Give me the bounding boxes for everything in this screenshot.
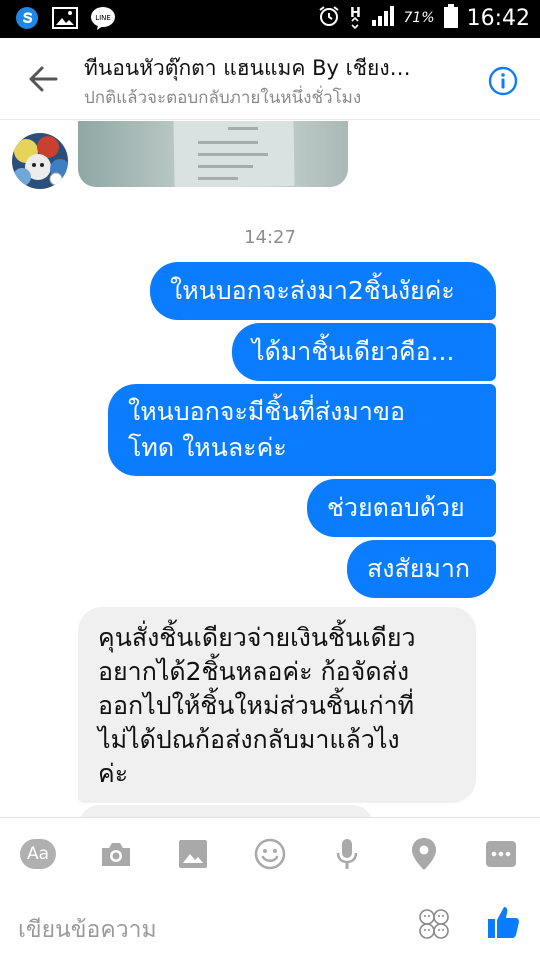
info-icon[interactable]: [488, 66, 518, 96]
response-time-subtitle: ปกติแล้วจะตอบกลับภายในหนึ่งชั่วโมง: [84, 88, 362, 108]
outgoing-message[interactable]: สงสัยมาก: [347, 540, 496, 598]
outgoing-message[interactable]: ช่วยตอบด้วย: [307, 479, 496, 537]
message-timestamp: 14:27: [244, 227, 296, 248]
camera-icon[interactable]: [98, 836, 134, 872]
conversation-title[interactable]: ทีนอนหัวตุ๊กตา แฮนแมค By เชียง…: [84, 52, 464, 85]
status-bar: LINE H 71% 16:42: [0, 0, 540, 38]
image-attachment[interactable]: [78, 121, 348, 187]
thumbs-up-icon[interactable]: [486, 904, 522, 940]
microphone-icon[interactable]: [329, 836, 365, 872]
outgoing-message[interactable]: ใหนบอกจะส่งมา2ชิ้นงัยค่ะ: [150, 262, 496, 320]
battery-percent: 71%: [403, 10, 435, 26]
battery-icon: [443, 3, 459, 33]
image-icon[interactable]: [175, 836, 211, 872]
avatar[interactable]: [12, 133, 68, 189]
clock-time: 16:42: [466, 5, 530, 31]
back-arrow-icon[interactable]: [26, 62, 60, 96]
aa-icon[interactable]: Aa: [20, 836, 56, 872]
hspa-signal-icon: H: [349, 3, 363, 33]
outgoing-message[interactable]: ได้มาชิ้นเดียวคือ...: [232, 323, 496, 381]
more-icon[interactable]: [483, 836, 519, 872]
gallery-icon: [52, 5, 78, 31]
signal-bars-icon: [371, 5, 395, 31]
incoming-message-partial: [78, 805, 374, 817]
smiley-icon[interactable]: [252, 836, 288, 872]
incoming-message[interactable]: คุนสั่งชิ้นเดียวจ่ายเงินชิ้นเดียว อยากได…: [78, 607, 476, 803]
s-app-icon: [14, 5, 40, 31]
svg-text:LINE: LINE: [95, 14, 111, 22]
message-list[interactable]: 14:27 ใหนบอกจะส่งมา2ชิ้นงัยค่ะ ได้มาชิ้น…: [0, 121, 540, 817]
sticker-icon[interactable]: [418, 908, 450, 940]
line-app-icon: LINE: [90, 5, 116, 31]
location-pin-icon[interactable]: [406, 836, 442, 872]
composer-bar: Aa เขียนข้อความ: [0, 817, 540, 960]
conversation-header: ทีนอนหัวตุ๊กตา แฮนแมค By เชียง… ปกติแล้ว…: [0, 38, 540, 120]
message-input[interactable]: เขียนข้อความ: [18, 912, 398, 948]
alarm-icon: [317, 4, 341, 32]
outgoing-message[interactable]: ใหนบอกจะมีชิ้นที่ส่งมาขอ โทด ใหนละค่ะ: [108, 384, 496, 476]
aa-button-label: Aa: [20, 839, 56, 869]
